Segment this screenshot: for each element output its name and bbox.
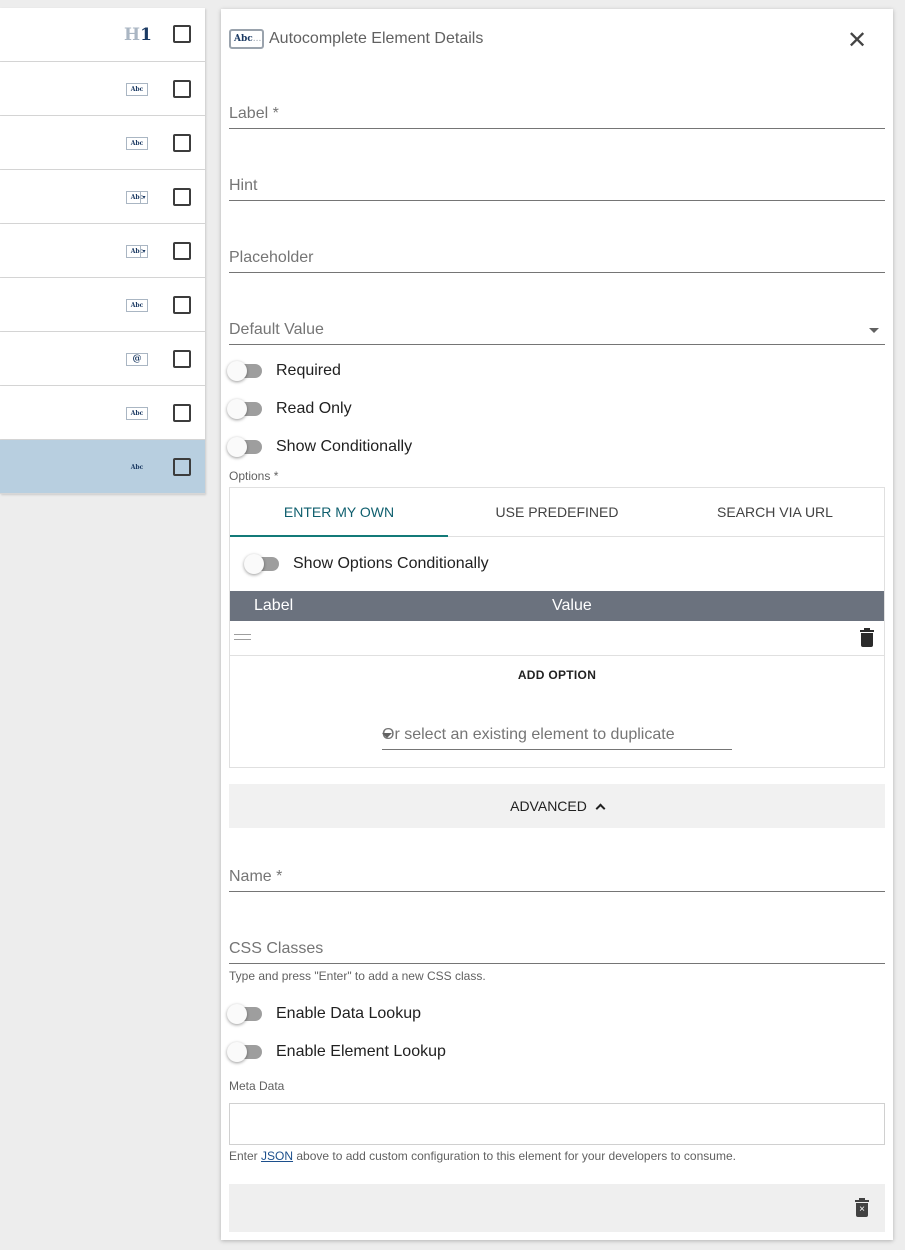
row-checkbox[interactable] [173, 25, 191, 43]
tab-enter-my-own[interactable]: ENTER MY OWN [230, 488, 448, 537]
row-checkbox[interactable] [173, 458, 191, 476]
css-classes-field[interactable]: CSS Classes [229, 934, 885, 964]
placeholder-field[interactable]: Placeholder [229, 243, 885, 273]
advanced-toggle-button[interactable]: ADVANCED [229, 784, 885, 828]
toggle-switch[interactable] [244, 554, 280, 574]
tab-search-via-url[interactable]: SEARCH VIA URL [666, 488, 884, 536]
toggle-switch[interactable] [227, 1042, 263, 1062]
element-row-text[interactable]: Abc [0, 116, 205, 170]
close-icon[interactable]: ✕ [847, 29, 867, 53]
row-checkbox[interactable] [173, 296, 191, 314]
toggle-switch[interactable] [227, 437, 263, 457]
enable-data-lookup-toggle[interactable]: Enable Data Lookup [227, 1004, 421, 1024]
element-row-heading[interactable]: H1 [0, 8, 205, 62]
column-header-label: Label [254, 597, 294, 614]
toggle-switch[interactable] [227, 1004, 263, 1024]
placeholder-field-label: Placeholder [229, 249, 314, 266]
css-classes-label: CSS Classes [229, 940, 324, 957]
meta-data-input[interactable] [229, 1103, 885, 1145]
autocomplete-field-icon: Abc [126, 461, 148, 474]
element-list: H1 Abc Abc Abc Abc Abc @ Abc Abc [0, 8, 205, 494]
required-toggle[interactable]: Required [227, 361, 341, 381]
show-conditionally-label: Show Conditionally [276, 438, 413, 455]
options-label: Options * [229, 469, 279, 483]
element-row-text[interactable]: Abc [0, 386, 205, 440]
element-row-text[interactable]: Abc [0, 62, 205, 116]
element-details-panel: Abc... Autocomplete Element Details ✕ La… [221, 9, 893, 1240]
panel-title: Autocomplete Element Details [269, 30, 484, 47]
name-field-label: Name * [229, 868, 283, 885]
meta-hint-suffix: above to add custom configuration to thi… [293, 1149, 736, 1163]
email-field-icon: @ [126, 353, 148, 366]
required-label: Required [276, 362, 341, 379]
label-field[interactable]: Label * [229, 99, 885, 129]
row-checkbox[interactable] [173, 188, 191, 206]
text-field-icon: Abc [126, 299, 148, 312]
column-header-value: Value [552, 597, 592, 614]
hint-field-label: Hint [229, 177, 258, 194]
panel-header: Abc... Autocomplete Element Details [229, 29, 483, 49]
chevron-up-icon [595, 803, 606, 814]
heading-icon: H1 [124, 25, 152, 45]
duplicate-element-select[interactable]: Or select an existing element to duplica… [382, 724, 732, 750]
chevron-down-icon [382, 733, 392, 738]
duplicate-element-placeholder: Or select an existing element to duplica… [382, 726, 675, 743]
read-only-toggle[interactable]: Read Only [227, 399, 352, 419]
element-row-dropdown[interactable]: Abc [0, 224, 205, 278]
row-checkbox[interactable] [173, 404, 191, 422]
panel-footer: × [229, 1184, 885, 1232]
advanced-label: ADVANCED [510, 798, 587, 814]
chevron-down-icon [869, 328, 879, 333]
add-option-button[interactable]: ADD OPTION [230, 668, 884, 682]
read-only-label: Read Only [276, 400, 352, 417]
meta-data-hint: Enter JSON above to add custom configura… [229, 1149, 736, 1163]
options-box: ENTER MY OWN USE PREDEFINED SEARCH VIA U… [229, 487, 885, 768]
row-checkbox[interactable] [173, 134, 191, 152]
drag-handle-icon[interactable] [234, 634, 251, 640]
show-conditionally-toggle[interactable]: Show Conditionally [227, 437, 412, 457]
hint-field[interactable]: Hint [229, 171, 885, 201]
element-row-autocomplete[interactable]: Abc [0, 440, 205, 494]
enable-data-lookup-label: Enable Data Lookup [276, 1005, 421, 1022]
meta-data-label: Meta Data [229, 1079, 285, 1093]
trash-icon[interactable] [860, 628, 874, 647]
label-field-label: Label * [229, 105, 279, 122]
show-options-conditionally-toggle[interactable]: Show Options Conditionally [244, 554, 489, 574]
table-row [230, 621, 884, 656]
row-checkbox[interactable] [173, 80, 191, 98]
enable-element-lookup-label: Enable Element Lookup [276, 1043, 446, 1060]
default-value-label: Default Value [229, 321, 324, 338]
meta-hint-prefix: Enter [229, 1149, 262, 1163]
text-field-icon: Abc [126, 83, 148, 96]
text-field-icon: Abc [126, 407, 148, 420]
json-link[interactable]: JSON [261, 1149, 293, 1163]
dropdown-field-icon: Abc [126, 245, 148, 258]
css-classes-hint: Type and press "Enter" to add a new CSS … [229, 969, 486, 983]
autocomplete-icon: Abc... [229, 29, 264, 49]
element-row-email[interactable]: @ [0, 332, 205, 386]
element-row-dropdown[interactable]: Abc [0, 170, 205, 224]
default-value-select[interactable]: Default Value [229, 315, 885, 345]
options-tabs: ENTER MY OWN USE PREDEFINED SEARCH VIA U… [230, 488, 884, 537]
toggle-switch[interactable] [227, 361, 263, 381]
tab-use-predefined[interactable]: USE PREDEFINED [448, 488, 666, 536]
text-field-icon: Abc [126, 137, 148, 150]
toggle-switch[interactable] [227, 399, 263, 419]
row-checkbox[interactable] [173, 242, 191, 260]
name-field[interactable]: Name * [229, 862, 885, 892]
row-checkbox[interactable] [173, 350, 191, 368]
show-options-conditionally-label: Show Options Conditionally [293, 555, 489, 572]
delete-element-icon[interactable]: × [855, 1198, 869, 1217]
enable-element-lookup-toggle[interactable]: Enable Element Lookup [227, 1042, 446, 1062]
element-row-text[interactable]: Abc [0, 278, 205, 332]
options-table-header: Label Value [230, 591, 884, 621]
dropdown-field-icon: Abc [126, 191, 148, 204]
